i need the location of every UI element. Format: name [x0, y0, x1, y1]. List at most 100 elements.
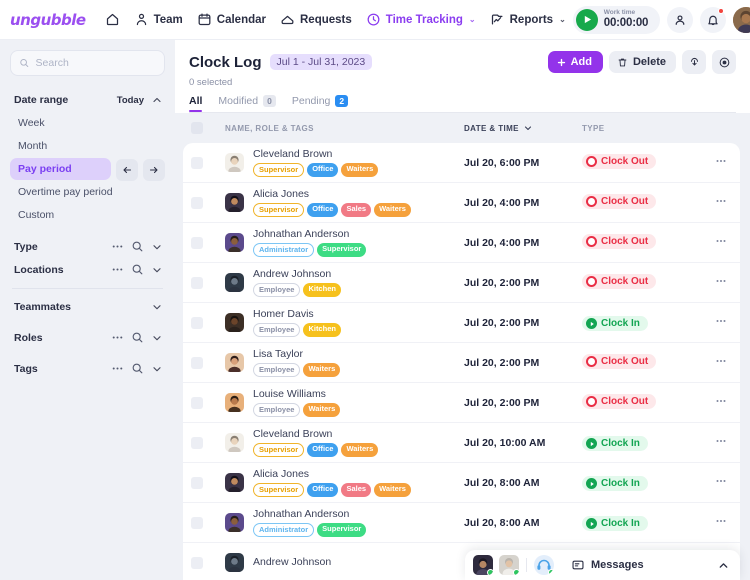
date-range-option-month[interactable]: Month [10, 135, 165, 157]
row-menu-button[interactable] [702, 515, 728, 530]
dock-avatar-3[interactable] [534, 555, 554, 575]
add-button[interactable]: Add [548, 51, 603, 73]
ellipsis-icon[interactable] [111, 263, 124, 276]
table-row[interactable]: Cleveland BrownSupervisorOfficeWaitersJu… [183, 143, 740, 183]
row-checkbox[interactable] [191, 317, 203, 329]
next-period-button[interactable] [143, 159, 165, 181]
row-badges: EmployeeKitchen [253, 323, 464, 337]
row-checkbox[interactable] [191, 397, 203, 409]
row-menu-button[interactable] [702, 195, 728, 210]
work-timer-widget[interactable]: Work time 00:00:00 [573, 6, 660, 34]
row-menu-button[interactable] [702, 435, 728, 450]
row-checkbox[interactable] [191, 237, 203, 249]
search-icon[interactable] [131, 331, 144, 344]
table-row[interactable]: Johnathan AndersonAdministratorSuperviso… [183, 503, 740, 543]
chevron-down-icon[interactable] [151, 332, 163, 344]
select-all-checkbox[interactable] [191, 122, 203, 134]
row-type-cell: Clock In [582, 474, 702, 492]
sidebar-filter-tags[interactable]: Tags [10, 358, 165, 379]
row-checkbox[interactable] [191, 357, 203, 369]
messages-dock[interactable]: Messages [465, 550, 740, 580]
tab-pending[interactable]: Pending 2 [292, 95, 348, 112]
table-row[interactable]: Alicia JonesSupervisorOfficeSalesWaiters… [183, 183, 740, 223]
nav-requests[interactable]: Requests [273, 7, 359, 32]
row-menu-button[interactable] [702, 155, 728, 170]
search-icon[interactable] [131, 362, 144, 375]
row-person-name: Johnathan Anderson [253, 228, 464, 241]
row-checkbox[interactable] [191, 517, 203, 529]
table-row[interactable]: Louise WilliamsEmployeeWaitersJul 20, 2:… [183, 383, 740, 423]
chevron-down-icon[interactable] [151, 264, 163, 276]
row-name-cell: Cleveland BrownSupervisorOfficeWaiters [253, 148, 464, 177]
dock-avatar-2[interactable] [499, 555, 519, 575]
row-checkbox[interactable] [191, 157, 203, 169]
row-menu-button[interactable] [702, 235, 728, 250]
app-logo[interactable]: ungubble [10, 11, 86, 29]
search-input[interactable] [36, 57, 156, 69]
date-range-option-custom[interactable]: Custom [10, 204, 165, 226]
nav-reports[interactable]: Reports ⌄ [483, 7, 573, 32]
row-type-cell: Clock Out [582, 274, 702, 292]
chevron-down-icon[interactable] [151, 241, 163, 253]
chevron-down-icon[interactable] [151, 301, 163, 313]
chevron-up-icon[interactable] [151, 94, 163, 106]
sidebar-filter-locations[interactable]: Locations [10, 259, 165, 280]
row-menu-button[interactable] [702, 475, 728, 490]
row-checkbox[interactable] [191, 197, 203, 209]
row-checkbox[interactable] [191, 477, 203, 489]
row-menu-button[interactable] [702, 315, 728, 330]
ellipsis-icon [714, 475, 728, 487]
date-range-option-pay-period[interactable]: Pay period [10, 158, 111, 180]
prev-period-button[interactable] [116, 159, 138, 181]
ellipsis-icon[interactable] [111, 362, 124, 375]
play-icon[interactable] [576, 9, 598, 31]
search-icon[interactable] [131, 263, 144, 276]
dock-avatar-1[interactable] [473, 555, 493, 575]
profile-switch-button[interactable] [667, 7, 693, 33]
row-person-name: Johnathan Anderson [253, 508, 464, 521]
chevron-down-icon[interactable] [151, 363, 163, 375]
sidebar-filter-roles[interactable]: Roles [10, 327, 165, 348]
sidebar-filter-type[interactable]: Type [10, 236, 165, 257]
view-settings-button[interactable] [712, 50, 736, 74]
nav-home[interactable] [98, 7, 127, 32]
messages-expand-button[interactable] [717, 559, 730, 572]
nav-calendar[interactable]: Calendar [190, 7, 273, 32]
tab-modified[interactable]: Modified 0 [218, 95, 275, 112]
nav-time-tracking[interactable]: Time Tracking ⌄ [359, 7, 483, 32]
date-range-today-label[interactable]: Today [117, 95, 144, 106]
tab-modified-count: 0 [263, 95, 276, 107]
sidebar-filter-teammates[interactable]: Teammates [10, 297, 165, 317]
notifications-button[interactable] [700, 7, 726, 33]
sidebar-section-date-range[interactable]: Date range Today [10, 90, 165, 110]
tab-pending-label: Pending [292, 95, 331, 107]
tab-all[interactable]: All [189, 95, 202, 112]
table-row[interactable]: Alicia JonesSupervisorOfficeSalesWaiters… [183, 463, 740, 503]
table-row[interactable]: Homer DavisEmployeeKitchenJul 20, 2:00 P… [183, 303, 740, 343]
table-row[interactable]: Johnathan AndersonAdministratorSuperviso… [183, 223, 740, 263]
chevron-down-icon [523, 123, 533, 133]
date-range-option-overtime-pay-period[interactable]: Overtime pay period [10, 181, 165, 203]
row-menu-button[interactable] [702, 275, 728, 290]
row-checkbox[interactable] [191, 437, 203, 449]
badge-waiters: Waiters [374, 483, 411, 497]
status-badge: Clock Out [582, 274, 656, 289]
search-icon[interactable] [131, 240, 144, 253]
sidebar-search[interactable] [10, 50, 165, 76]
row-checkbox[interactable] [191, 557, 203, 569]
row-checkbox[interactable] [191, 277, 203, 289]
date-range-badge[interactable]: Jul 1 - Jul 31, 2023 [270, 54, 373, 70]
user-avatar[interactable] [733, 7, 750, 33]
table-row[interactable]: Andrew JohnsonEmployeeKitchenJul 20, 2:0… [183, 263, 740, 303]
column-header-datetime[interactable]: DATE & TIME [464, 123, 582, 133]
table-row[interactable]: Lisa TaylorEmployeeWaitersJul 20, 2:00 P… [183, 343, 740, 383]
row-menu-button[interactable] [702, 395, 728, 410]
date-range-option-week[interactable]: Week [10, 112, 165, 134]
row-menu-button[interactable] [702, 355, 728, 370]
ellipsis-icon[interactable] [111, 240, 124, 253]
nav-team[interactable]: Team [127, 7, 190, 32]
delete-button[interactable]: Delete [609, 51, 676, 73]
table-row[interactable]: Cleveland BrownSupervisorOfficeWaitersJu… [183, 423, 740, 463]
ellipsis-icon[interactable] [111, 331, 124, 344]
export-button[interactable] [682, 50, 706, 74]
